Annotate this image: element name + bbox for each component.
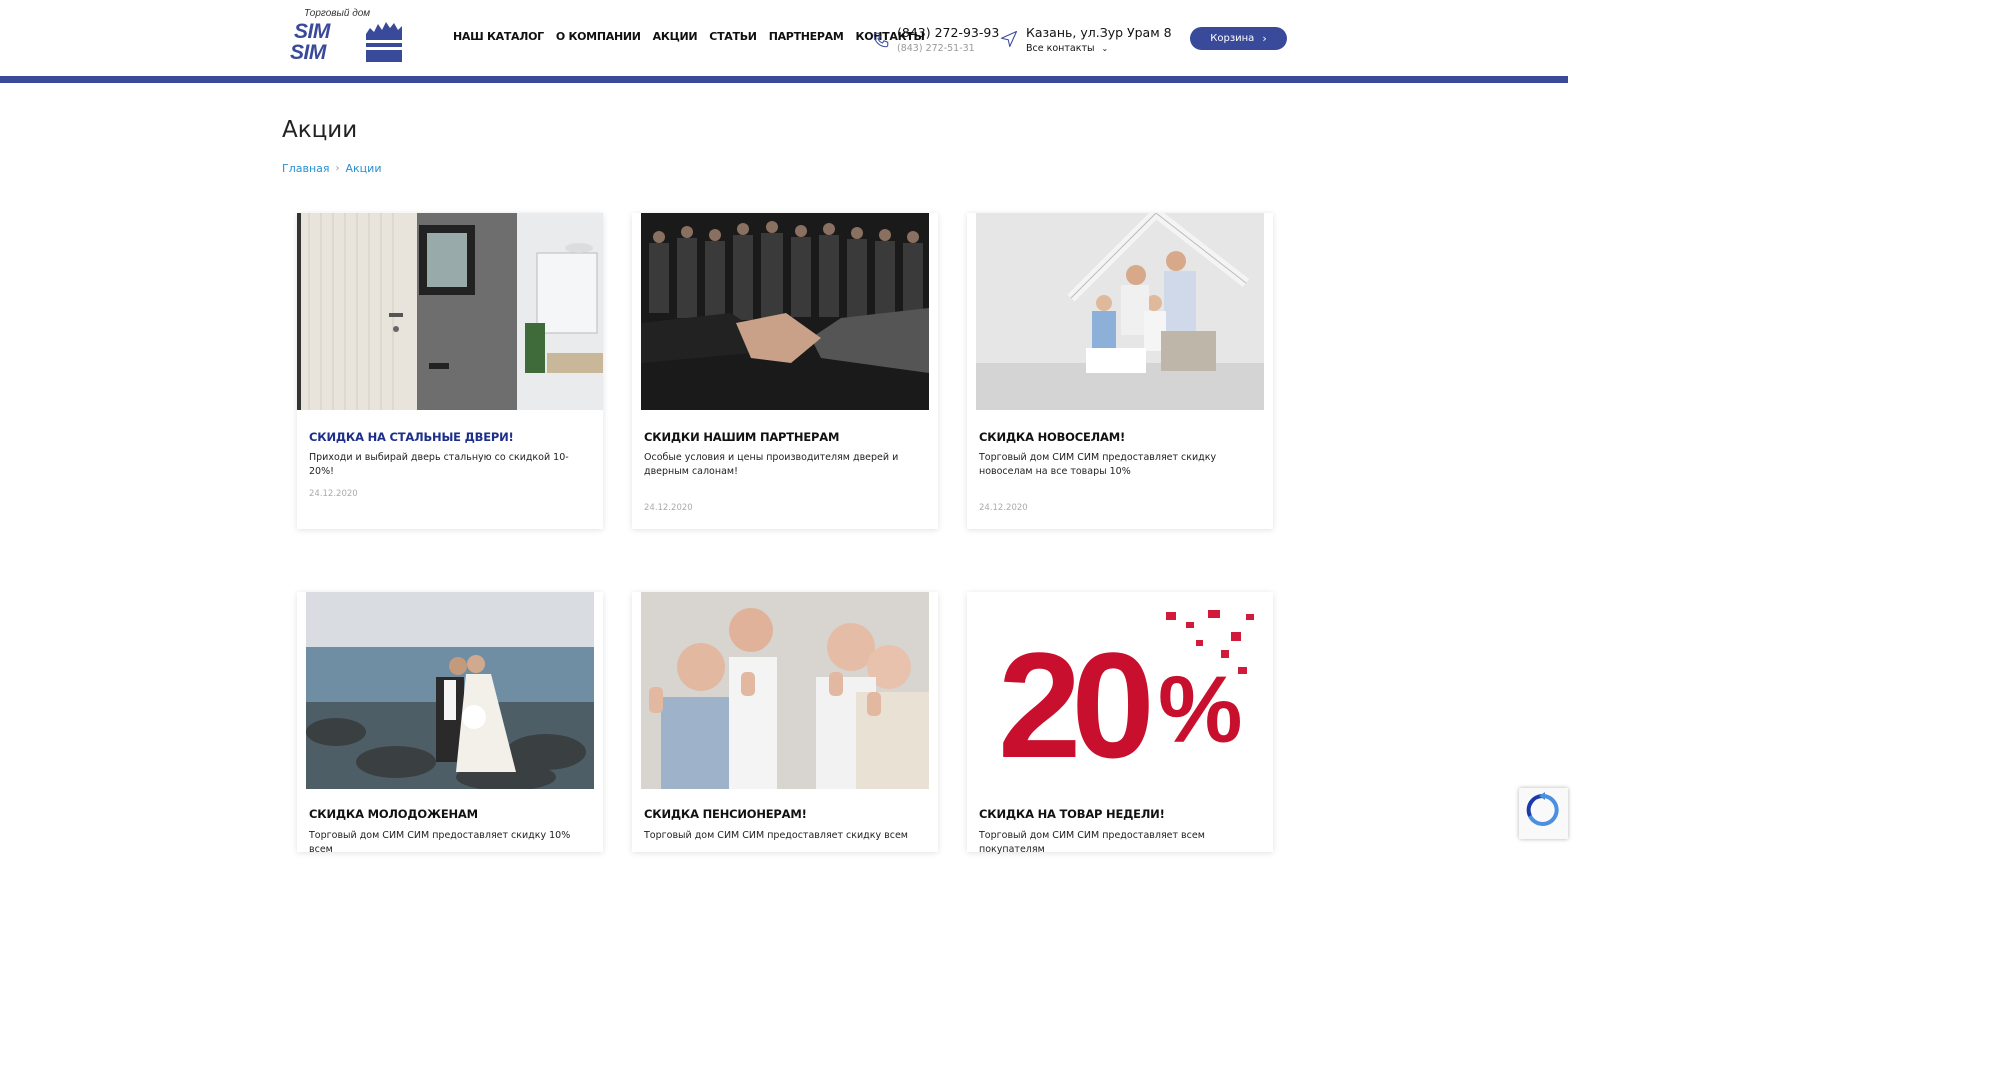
recaptcha-icon bbox=[1526, 792, 1559, 826]
promo-image-wedding[interactable] bbox=[306, 592, 594, 789]
all-contacts-link[interactable]: Все контакты ⌄ bbox=[1026, 43, 1108, 54]
phone-icon bbox=[873, 32, 889, 48]
promo-card[interactable]: СКИДКА ПЕНСИОНЕРАМ! Торговый дом СИМ СИМ… bbox=[632, 592, 938, 852]
cart-button[interactable]: Корзина › bbox=[1190, 27, 1287, 50]
breadcrumb: Главная › Акции bbox=[282, 162, 381, 175]
promo-image-steel-door[interactable] bbox=[297, 213, 603, 410]
promo-description: Торговый дом СИМ СИМ предоставляет скидк… bbox=[979, 452, 1217, 477]
promo-title[interactable]: СКИДКИ НАШИМ ПАРТНЕРАМ bbox=[644, 430, 839, 444]
nav-articles[interactable]: СТАТЬИ bbox=[709, 30, 757, 43]
promo-image-seniors[interactable] bbox=[641, 592, 929, 789]
promo-description: Торговый дом СИМ СИМ предоставляет всем … bbox=[979, 830, 1205, 855]
logo-tagline: Торговый дом bbox=[304, 8, 371, 19]
svg-text:%: % bbox=[1158, 657, 1242, 763]
promo-title[interactable]: СКИДКА НА СТАЛЬНЫЕ ДВЕРИ! bbox=[309, 430, 514, 444]
promo-description: Торговый дом СИМ СИМ предоставляет скидк… bbox=[644, 830, 908, 841]
site-logo[interactable]: Торговый дом SIM SIM bbox=[290, 8, 405, 66]
nav-promotions[interactable]: АКЦИИ bbox=[653, 30, 698, 43]
promo-description: Особые условия и цены производителям две… bbox=[644, 452, 899, 477]
promo-title[interactable]: СКИДКА НОВОСЕЛАМ! bbox=[979, 430, 1125, 444]
phone-secondary[interactable]: (843) 272-51-31 bbox=[897, 43, 975, 54]
promo-image-handshake[interactable] bbox=[641, 213, 929, 410]
promo-date: 24.12.2020 bbox=[309, 489, 358, 499]
logo-building-icon bbox=[364, 22, 404, 62]
breadcrumb-home[interactable]: Главная bbox=[282, 162, 330, 175]
promo-title[interactable]: СКИДКА МОЛОДОЖЕНАМ bbox=[309, 807, 478, 821]
promo-description: Приходи и выбирай дверь стальную со скид… bbox=[309, 452, 569, 477]
promo-card[interactable]: СКИДКА НОВОСЕЛАМ! Торговый дом СИМ СИМ п… bbox=[967, 213, 1273, 529]
nav-about[interactable]: О КОМПАНИИ bbox=[556, 30, 641, 43]
phone-main[interactable]: (843) 272-93-93 bbox=[897, 25, 999, 40]
breadcrumb-current[interactable]: Акции bbox=[346, 162, 382, 175]
chevron-down-icon: ⌄ bbox=[1101, 44, 1109, 53]
recaptcha-badge[interactable] bbox=[1519, 788, 1568, 839]
promo-date: 24.12.2020 bbox=[979, 503, 1028, 513]
logo-text-2: SIM bbox=[290, 41, 326, 64]
nav-partners[interactable]: ПАРТНЕРАМ bbox=[769, 30, 844, 43]
header-divider bbox=[0, 76, 1568, 83]
promo-title[interactable]: СКИДКА ПЕНСИОНЕРАМ! bbox=[644, 807, 807, 821]
promo-date: 24.12.2020 bbox=[644, 503, 693, 513]
location-arrow-icon bbox=[1000, 30, 1018, 48]
page-title: Акции bbox=[282, 117, 358, 143]
promo-title[interactable]: СКИДКА НА ТОВАР НЕДЕЛИ! bbox=[979, 807, 1165, 821]
promo-card[interactable]: СКИДКА МОЛОДОЖЕНАМ Торговый дом СИМ СИМ … bbox=[297, 592, 603, 855]
promo-image-family[interactable] bbox=[976, 213, 1264, 410]
main-nav: НАШ КАТАЛОГ О КОМПАНИИ АКЦИИ СТАТЬИ ПАРТ… bbox=[453, 30, 925, 43]
all-contacts-label: Все контакты bbox=[1026, 43, 1095, 54]
promo-card[interactable]: СКИДКИ НАШИМ ПАРТНЕРАМ Особые условия и … bbox=[632, 213, 938, 529]
promo-image-twenty-percent[interactable]: 20 % bbox=[976, 592, 1264, 789]
promo-card[interactable]: СКИДКА НА СТАЛЬНЫЕ ДВЕРИ! Приходи и выби… bbox=[297, 213, 603, 529]
promo-description: Торговый дом СИМ СИМ предоставляет скидк… bbox=[309, 830, 571, 855]
promo-card[interactable]: 20 % СКИДКА НА ТОВАР НЕДЕЛИ! Торговый до… bbox=[967, 592, 1273, 855]
cart-label: Корзина bbox=[1210, 33, 1255, 44]
chevron-right-icon: › bbox=[1262, 32, 1267, 45]
nav-catalog[interactable]: НАШ КАТАЛОГ bbox=[453, 30, 544, 43]
breadcrumb-separator-icon: › bbox=[335, 163, 340, 174]
svg-text:20: 20 bbox=[998, 621, 1149, 789]
address-text: Казань, ул.Зур Урам 8 bbox=[1026, 25, 1172, 40]
site-header: Торговый дом SIM SIM НАШ КАТАЛОГ О КОМПА… bbox=[0, 0, 1568, 76]
